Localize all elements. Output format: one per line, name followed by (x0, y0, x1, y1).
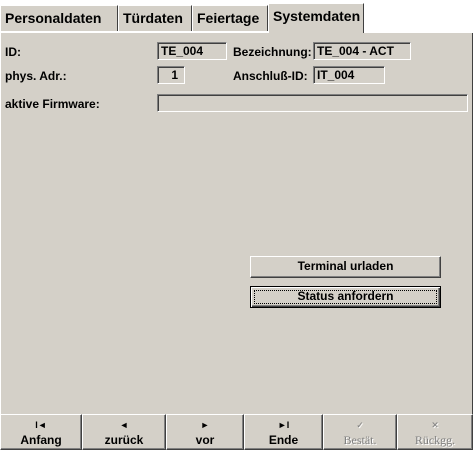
anfang-button[interactable]: I◄ Anfang (0, 414, 82, 450)
tab-systemdaten[interactable]: Systemdaten (268, 3, 364, 33)
anfang-label: Anfang (20, 433, 62, 447)
tab-strip: Personaldaten Türdaten Feiertage Systemd… (0, 0, 473, 33)
tab-feiertage[interactable]: Feiertage (192, 5, 268, 31)
firmware-label: aktive Firmware: (5, 97, 100, 111)
ende-label: Ende (268, 433, 299, 447)
terminal-urladen-button[interactable]: Terminal urladen (250, 256, 441, 278)
systemdaten-panel: ID: TE_004 Bezeichnung: TE_004 - ACT phy… (0, 33, 473, 450)
bestaetigen-button[interactable]: ✓ Bestät. (323, 414, 397, 450)
phys-adr-field[interactable]: 1 (157, 66, 185, 84)
checkmark-icon: ✓ (356, 420, 364, 430)
zurueck-label: zurück (104, 433, 144, 447)
tab-personaldaten[interactable]: Personaldaten (0, 5, 118, 31)
vor-label: vor (195, 433, 215, 447)
bezeichnung-label: Bezeichnung: (233, 45, 312, 59)
bezeichnung-field[interactable]: TE_004 - ACT (313, 42, 411, 60)
record-navigation: I◄ Anfang ◄ zurück ► vor ►I Ende ✓ Bestä… (0, 414, 473, 450)
next-record-icon: ► (200, 420, 210, 430)
focus-ring (254, 290, 437, 304)
rueckgaengig-label: Rückgg. (414, 433, 456, 447)
bestaetigen-label: Bestät. (343, 433, 377, 447)
first-record-icon: I◄ (35, 420, 47, 430)
rueckgaengig-button[interactable]: ✕ Rückgg. (397, 414, 473, 450)
anschluss-id-label: Anschluß-ID: (233, 69, 308, 83)
tab-tuerdaten[interactable]: Türdaten (118, 5, 192, 31)
status-anfordern-button[interactable]: Status anfordern (250, 286, 441, 308)
last-record-icon: ►I (277, 420, 290, 430)
cancel-x-icon: ✕ (431, 420, 439, 430)
zurueck-button[interactable]: ◄ zurück (82, 414, 166, 450)
terminal-urladen-label: Terminal urladen (297, 259, 394, 273)
previous-record-icon: ◄ (119, 420, 129, 430)
ende-button[interactable]: ►I Ende (244, 414, 323, 450)
firmware-field[interactable] (157, 94, 468, 112)
vor-button[interactable]: ► vor (166, 414, 244, 450)
id-field[interactable]: TE_004 (157, 42, 227, 60)
anschluss-id-field[interactable]: IT_004 (313, 66, 385, 84)
phys-adr-label: phys. Adr.: (5, 69, 67, 83)
id-label: ID: (5, 45, 21, 59)
